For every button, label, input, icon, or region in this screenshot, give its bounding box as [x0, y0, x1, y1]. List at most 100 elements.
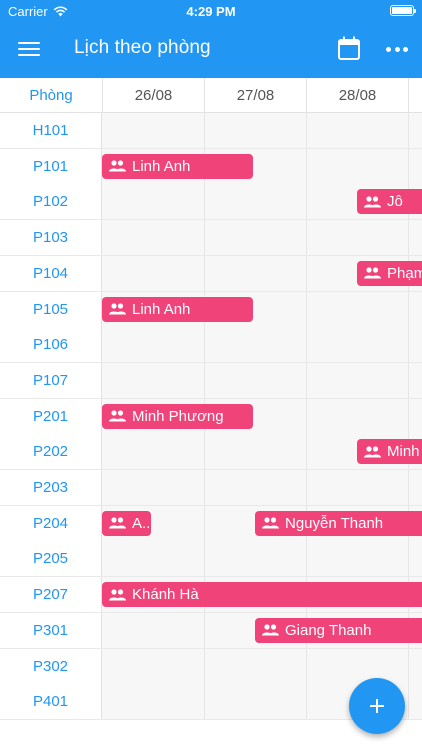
guest-name: Linh Anh — [132, 157, 191, 175]
cell-divider — [204, 648, 205, 684]
guest-name: A... — [132, 514, 151, 532]
group-icon — [109, 410, 126, 422]
cell-divider — [306, 113, 307, 148]
cell-divider — [408, 220, 409, 256]
cell-divider — [408, 648, 409, 684]
booking-event[interactable]: Phạm — [357, 260, 422, 286]
room-label[interactable]: P401 — [0, 684, 102, 720]
room-label[interactable]: P103 — [0, 220, 102, 256]
cell-divider — [306, 184, 307, 220]
day-cells[interactable] — [102, 541, 422, 577]
cell-divider — [204, 470, 205, 505]
booking-event[interactable]: Minh — [357, 439, 422, 465]
room-label[interactable]: P205 — [0, 541, 102, 577]
booking-event[interactable]: Khánh Hà — [102, 582, 422, 608]
page-title: Lịch theo phòng — [74, 37, 211, 58]
add-booking-button[interactable] — [349, 678, 405, 734]
cell-divider — [204, 220, 205, 256]
room-label[interactable]: P203 — [0, 470, 102, 505]
room-label[interactable]: P106 — [0, 327, 102, 363]
day-cells[interactable] — [102, 470, 422, 505]
day-cells[interactable] — [102, 327, 422, 363]
day-cells[interactable] — [102, 113, 422, 148]
cell-divider — [408, 684, 409, 720]
date-header-row: Phòng 26/08 27/08 28/08 — [0, 78, 422, 113]
day-cells[interactable]: Jô — [102, 184, 422, 220]
group-icon — [109, 517, 126, 529]
guest-name: Khánh Hà — [132, 586, 199, 604]
guest-name: Minh — [387, 443, 420, 461]
cell-divider — [408, 113, 409, 148]
room-label[interactable]: P301 — [0, 612, 102, 648]
guest-name: Minh Phương — [132, 407, 224, 425]
date-header: 26/08 — [102, 78, 204, 113]
group-icon — [364, 196, 381, 208]
room-label[interactable]: P102 — [0, 184, 102, 220]
room-label[interactable]: P105 — [0, 291, 102, 327]
room-row: P202 Minh — [0, 434, 422, 471]
cell-divider — [204, 505, 205, 541]
room-row: P103 — [0, 220, 422, 257]
date-header: 28/08 — [306, 78, 408, 113]
calendar-icon[interactable] — [338, 36, 360, 60]
guest-name: Nguyễn Thanh — [285, 514, 384, 532]
cell-divider — [306, 220, 307, 256]
room-row: P203 — [0, 470, 422, 506]
room-row: P107 — [0, 362, 422, 399]
room-label[interactable]: P207 — [0, 577, 102, 613]
day-cells[interactable]: Khánh Hà — [102, 577, 422, 613]
day-cells[interactable] — [102, 220, 422, 256]
hamburger-icon[interactable] — [18, 39, 40, 61]
date-header-partial — [408, 78, 422, 113]
day-cells[interactable]: Giang Thanh — [102, 612, 422, 648]
cell-divider — [408, 148, 409, 184]
cell-divider — [204, 612, 205, 648]
room-row: P207 Khánh Hà — [0, 577, 422, 614]
day-cells[interactable] — [102, 362, 422, 398]
cell-divider — [204, 362, 205, 398]
cell-divider — [408, 470, 409, 505]
cell-divider — [306, 684, 307, 720]
booking-event[interactable]: Minh Phương — [102, 403, 253, 429]
cell-divider — [408, 398, 409, 434]
booking-event[interactable]: Giang Thanh — [255, 617, 422, 643]
room-label[interactable]: P107 — [0, 362, 102, 398]
cell-divider — [408, 362, 409, 398]
room-label[interactable]: P101 — [0, 148, 102, 184]
day-cells[interactable]: Minh Phương — [102, 398, 422, 434]
cell-divider — [306, 291, 307, 327]
status-bar: Carrier 4:29 PM — [0, 0, 422, 22]
cell-divider — [204, 113, 205, 148]
day-cells[interactable]: Phạm — [102, 255, 422, 291]
cell-divider — [306, 362, 307, 398]
room-schedule-grid: Phòng 26/08 27/08 28/08 H101 P101 Linh Anh P1… — [0, 78, 422, 750]
room-label[interactable]: P302 — [0, 648, 102, 684]
room-row: P201 Minh Phương — [0, 398, 422, 435]
day-cells[interactable]: Linh Anh — [102, 291, 422, 327]
room-row: P301 Giang Thanh — [0, 612, 422, 649]
day-cells[interactable]: Minh — [102, 434, 422, 470]
cell-divider — [306, 541, 307, 577]
room-label[interactable]: P104 — [0, 255, 102, 291]
booking-event[interactable]: Jô — [357, 189, 422, 215]
room-label[interactable]: P201 — [0, 398, 102, 434]
room-label[interactable]: H101 — [0, 113, 102, 148]
day-cells[interactable]: A... Nguyễn Thanh — [102, 505, 422, 541]
room-column-header: Phòng — [29, 87, 73, 104]
room-row: H101 — [0, 113, 422, 149]
cell-divider — [204, 255, 205, 291]
room-row: P204 A... Nguyễn Thanh — [0, 505, 422, 542]
day-cells[interactable]: Linh Anh — [102, 148, 422, 184]
booking-event[interactable]: Linh Anh — [102, 153, 253, 179]
more-horizontal-icon[interactable] — [386, 38, 408, 60]
room-label[interactable]: P202 — [0, 434, 102, 470]
room-label[interactable]: P204 — [0, 505, 102, 541]
booking-event[interactable]: A... — [102, 510, 151, 536]
group-icon — [109, 588, 126, 601]
booking-event[interactable]: Nguyễn Thanh — [255, 510, 422, 536]
guest-name: Jô — [387, 193, 403, 211]
battery-icon — [390, 5, 416, 16]
booking-event[interactable]: Linh Anh — [102, 296, 253, 322]
group-icon — [262, 624, 279, 636]
cell-divider — [306, 470, 307, 505]
